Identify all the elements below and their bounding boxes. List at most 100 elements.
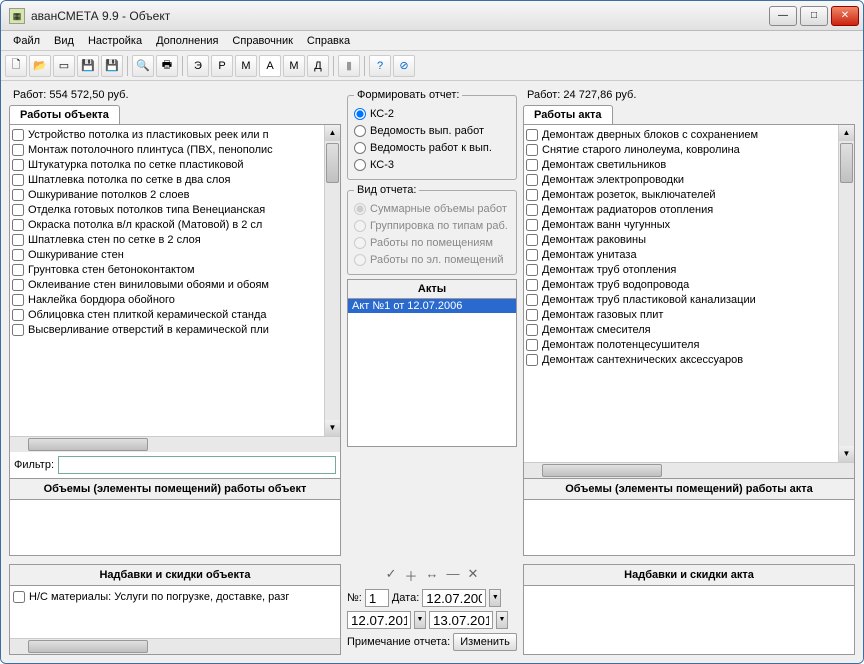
remove-icon[interactable]: — [447, 566, 460, 585]
about-icon[interactable]: ⊘ [393, 55, 415, 77]
num-input[interactable] [365, 589, 389, 607]
list-item[interactable]: Демонтаж розеток, выключателей [526, 187, 852, 202]
list-item[interactable]: Демонтаж труб отопления [526, 262, 852, 277]
item-checkbox[interactable] [526, 204, 538, 216]
item-checkbox[interactable] [526, 159, 538, 171]
item-checkbox[interactable] [526, 189, 538, 201]
menu-addons[interactable]: Дополнения [150, 33, 224, 49]
swap-icon[interactable]: ↔ [426, 566, 439, 585]
list-item[interactable]: Наклейка бордюра обойного [12, 292, 338, 307]
edit-note-button[interactable]: Изменить [453, 633, 517, 651]
item-checkbox[interactable] [12, 159, 24, 171]
list-item[interactable]: Монтаж потолочного плинтуса (ПВХ, пенопо… [12, 142, 338, 157]
date-input[interactable] [422, 589, 486, 607]
list-item[interactable]: Облицовка стен плиткой керамической стан… [12, 307, 338, 322]
list-item[interactable]: Демонтаж смесителя [526, 322, 852, 337]
right-works-list[interactable]: Демонтаж дверных блоков с сохранениемСня… [524, 125, 854, 462]
item-checkbox[interactable] [12, 204, 24, 216]
list-item[interactable]: Высверливание отверстий в керамической п… [12, 322, 338, 337]
item-checkbox[interactable] [12, 279, 24, 291]
list-item[interactable]: Демонтаж труб водопровода [526, 277, 852, 292]
act-selected[interactable]: Акт №1 от 12.07.2006 [348, 299, 516, 313]
window-icon[interactable]: ▭ [53, 55, 75, 77]
date-dropdown-icon[interactable]: ▼ [496, 611, 508, 629]
list-item[interactable]: Устройство потолка из пластиковых реек и… [12, 127, 338, 142]
mode-m2-icon[interactable]: М [283, 55, 305, 77]
confirm-icon[interactable]: ✓ [386, 566, 397, 585]
radio-ved-todo[interactable]: Ведомость работ к вып. [354, 139, 510, 156]
list-item[interactable]: Демонтаж раковины [526, 232, 852, 247]
list-item[interactable]: Ошкуривание потолков 2 слоев [12, 187, 338, 202]
maximize-button[interactable]: □ [800, 6, 828, 26]
mode-r-icon[interactable]: Р [211, 55, 233, 77]
open-icon[interactable]: 📂 [29, 55, 51, 77]
item-checkbox[interactable] [12, 144, 24, 156]
menu-reference[interactable]: Справочник [226, 33, 299, 49]
list-item[interactable]: Демонтаж радиаторов отопления [526, 202, 852, 217]
item-checkbox[interactable] [12, 219, 24, 231]
nc-object-item[interactable]: Н/С материалы: Услуги по погрузке, доста… [13, 589, 337, 604]
list-item[interactable]: Шпатлевка потолка по сетке в два слоя [12, 172, 338, 187]
tab-object-works[interactable]: Работы объекта [9, 105, 120, 124]
list-item[interactable]: Шпатлевка стен по сетке в 2 слоя [12, 232, 338, 247]
menu-settings[interactable]: Настройка [82, 33, 148, 49]
item-checkbox[interactable] [526, 129, 538, 141]
list-item[interactable]: Демонтаж ванн чугунных [526, 217, 852, 232]
list-item[interactable]: Окраска потолка в/л краской (Матовой) в … [12, 217, 338, 232]
print-icon[interactable]: 🖶 [156, 55, 178, 77]
add-icon[interactable]: ＋ [404, 566, 417, 585]
trash-icon[interactable]: ▮ [338, 55, 360, 77]
item-checkbox[interactable] [12, 324, 24, 336]
item-checkbox[interactable] [526, 354, 538, 366]
delete-icon[interactable]: ✕ [468, 566, 479, 585]
list-item[interactable]: Снятие старого линолеума, ковролина [526, 142, 852, 157]
item-checkbox[interactable] [526, 219, 538, 231]
close-button[interactable]: ✕ [831, 6, 859, 26]
menu-file[interactable]: Файл [7, 33, 46, 49]
list-item[interactable]: Демонтаж дверных блоков с сохранением [526, 127, 852, 142]
item-checkbox[interactable] [12, 249, 24, 261]
mode-e-icon[interactable]: Э [187, 55, 209, 77]
item-checkbox[interactable] [12, 309, 24, 321]
menu-help[interactable]: Справка [301, 33, 356, 49]
save-icon[interactable]: 💾 [77, 55, 99, 77]
filter-input[interactable] [58, 456, 336, 474]
print-preview-icon[interactable]: 🔍 [132, 55, 154, 77]
list-item[interactable]: Штукатурка потолка по сетке пластиковой [12, 157, 338, 172]
item-checkbox[interactable] [526, 264, 538, 276]
list-item[interactable]: Оклеивание стен виниловыми обоями и обоя… [12, 277, 338, 292]
item-checkbox[interactable] [12, 294, 24, 306]
list-item[interactable]: Демонтаж сантехнических аксессуаров [526, 352, 852, 367]
list-item[interactable]: Отделка готовых потолков типа Венецианск… [12, 202, 338, 217]
help-icon[interactable]: ? [369, 55, 391, 77]
scrollbar-h[interactable] [524, 462, 854, 478]
list-item[interactable]: Грунтовка стен бетоноконтактом [12, 262, 338, 277]
item-checkbox[interactable] [526, 339, 538, 351]
radio-ved-done[interactable]: Ведомость вып. работ [354, 122, 510, 139]
list-item[interactable]: Демонтаж труб пластиковой канализации [526, 292, 852, 307]
date-dropdown-icon[interactable]: ▼ [489, 589, 501, 607]
radio-ks2[interactable]: КС-2 [354, 105, 510, 122]
item-checkbox[interactable] [12, 234, 24, 246]
mode-m-icon[interactable]: М [235, 55, 257, 77]
item-checkbox[interactable] [12, 129, 24, 141]
item-checkbox[interactable] [526, 324, 538, 336]
item-checkbox[interactable] [526, 249, 538, 261]
list-item[interactable]: Ошкуривание стен [12, 247, 338, 262]
new-icon[interactable]: 🗋 [5, 55, 27, 77]
scrollbar-v[interactable]: ▲▼ [838, 125, 854, 462]
minimize-button[interactable]: — [769, 6, 797, 26]
item-checkbox[interactable] [526, 144, 538, 156]
acts-list[interactable]: Акт №1 от 12.07.2006 [347, 299, 517, 447]
mode-d-icon[interactable]: Д [307, 55, 329, 77]
item-checkbox[interactable] [526, 174, 538, 186]
nc-checkbox[interactable] [13, 591, 25, 603]
list-item[interactable]: Демонтаж светильников [526, 157, 852, 172]
scrollbar-h[interactable] [10, 638, 340, 654]
save-as-icon[interactable]: 💾 [101, 55, 123, 77]
item-checkbox[interactable] [12, 174, 24, 186]
mode-a-icon[interactable]: А [259, 55, 281, 77]
date-from-input[interactable] [347, 611, 411, 629]
scrollbar-v[interactable]: ▲▼ [324, 125, 340, 436]
list-item[interactable]: Демонтаж электропроводки [526, 172, 852, 187]
